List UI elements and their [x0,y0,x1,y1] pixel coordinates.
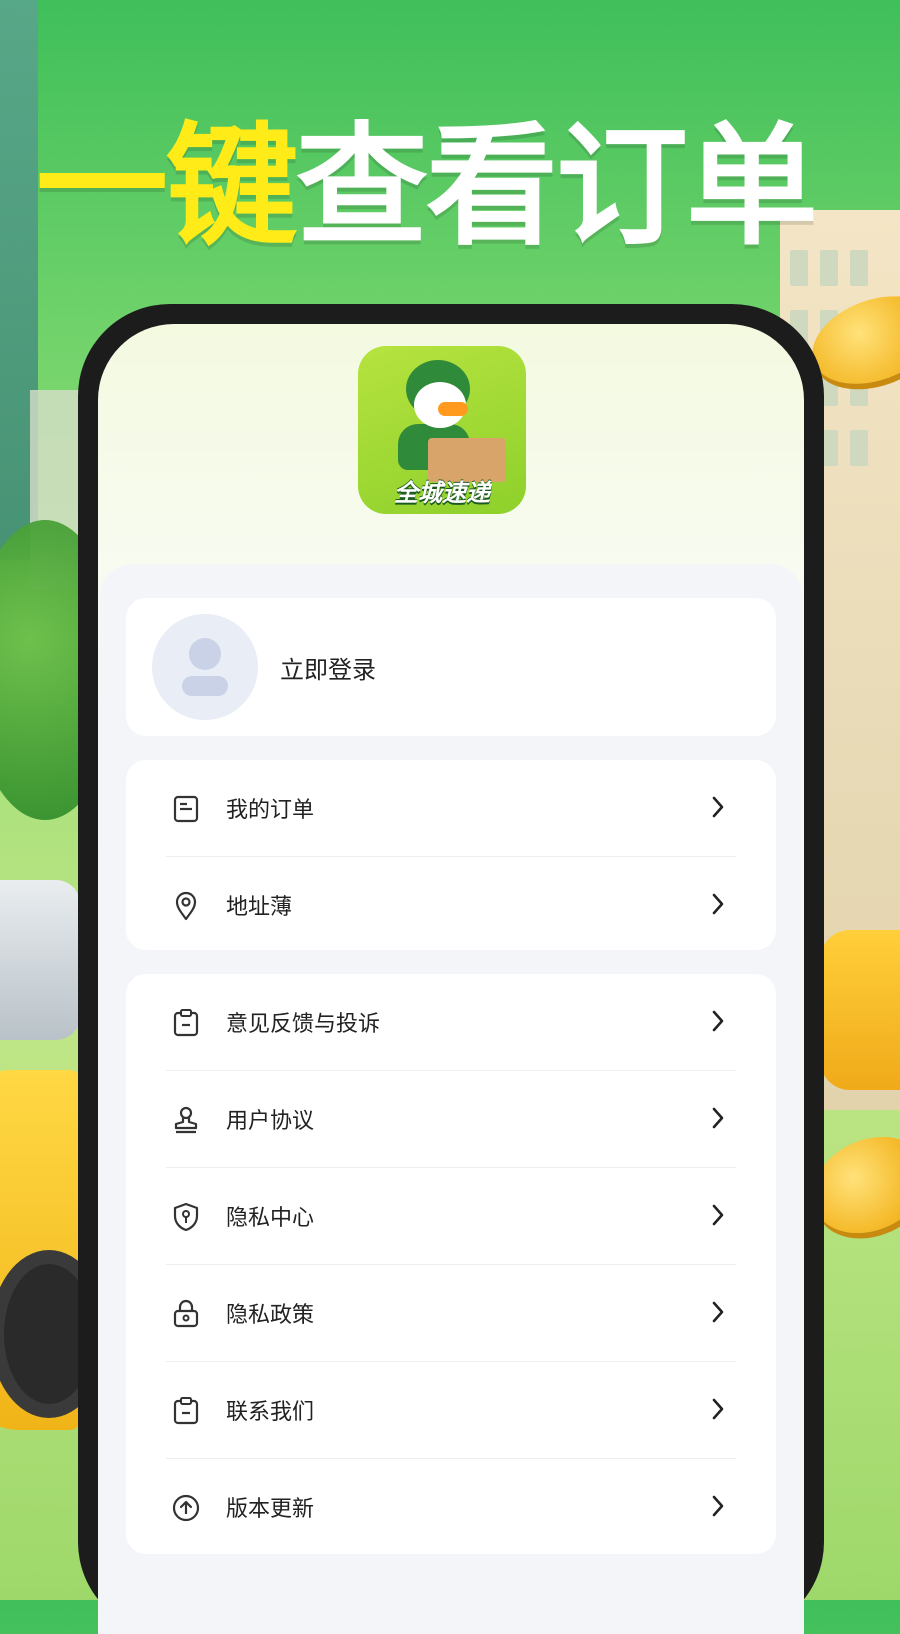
background-car-left [0,880,80,1040]
chevron-right-icon [706,1200,730,1230]
chevron-right-icon [706,1297,730,1327]
clipboard-icon [170,1395,202,1427]
stamp-icon [170,1104,202,1136]
menu-item-address-book[interactable]: 地址薄 [126,857,776,954]
content-panel: 立即登录 我的订单 地址薄 意见反馈与投诉 用户协议 隐私中心 隐私政策 联系我… [100,564,802,1634]
menu-item-label: 版本更新 [226,1497,315,1522]
background-car-right [820,930,900,1090]
phone-frame: 全城速递 立即登录 我的订单 地址薄 意见反馈与投诉 用户协议 隐私中心 隐私政… [78,304,824,1634]
login-label[interactable]: 立即登录 [280,650,376,685]
chevron-right-icon [706,889,730,919]
menu-item-contact-us[interactable]: 联系我们 [126,1362,776,1459]
menu-item-version-update[interactable]: 版本更新 [126,1459,776,1556]
shield-key-icon [170,1201,202,1233]
menu-item-label: 隐私政策 [226,1303,315,1328]
clipboard-icon [170,1007,202,1039]
promo-headline-rest: 查看订单 [296,110,818,264]
menu-item-privacy-policy[interactable]: 隐私政策 [126,1265,776,1362]
chevron-right-icon [706,1006,730,1036]
app-logo-text: 全城速递 [394,479,490,507]
user-placeholder-icon [189,638,221,670]
app-logo: 全城速递 [358,346,526,514]
menu-item-label: 用户协议 [226,1109,315,1134]
phone-screen: 全城速递 立即登录 我的订单 地址薄 意见反馈与投诉 用户协议 隐私中心 隐私政… [98,324,804,1634]
menu-group-settings: 意见反馈与投诉 用户协议 隐私中心 隐私政策 联系我们 版本更新 [126,974,776,1554]
location-pin-icon [170,890,202,922]
menu-item-label: 意见反馈与投诉 [226,1012,381,1037]
promo-headline-highlight: 一键 [36,110,298,264]
lock-icon [170,1298,202,1330]
menu-item-label: 地址薄 [226,895,293,920]
menu-item-label: 我的订单 [226,798,315,823]
order-icon [170,793,202,825]
chevron-right-icon [706,1103,730,1133]
chevron-right-icon [706,1394,730,1424]
avatar[interactable] [152,614,258,720]
menu-item-feedback[interactable]: 意见反馈与投诉 [126,974,776,1071]
chevron-right-icon [706,792,730,822]
upload-circle-icon [170,1492,202,1524]
menu-item-label: 联系我们 [226,1400,315,1425]
menu-item-privacy-center[interactable]: 隐私中心 [126,1168,776,1265]
menu-group-orders: 我的订单 地址薄 [126,760,776,950]
chevron-right-icon [706,1491,730,1521]
menu-item-my-orders[interactable]: 我的订单 [126,760,776,857]
login-card[interactable]: 立即登录 [126,598,776,736]
menu-item-label: 隐私中心 [226,1206,315,1231]
promo-headline: 一键查看订单 [36,110,818,264]
menu-item-user-agreement[interactable]: 用户协议 [126,1071,776,1168]
